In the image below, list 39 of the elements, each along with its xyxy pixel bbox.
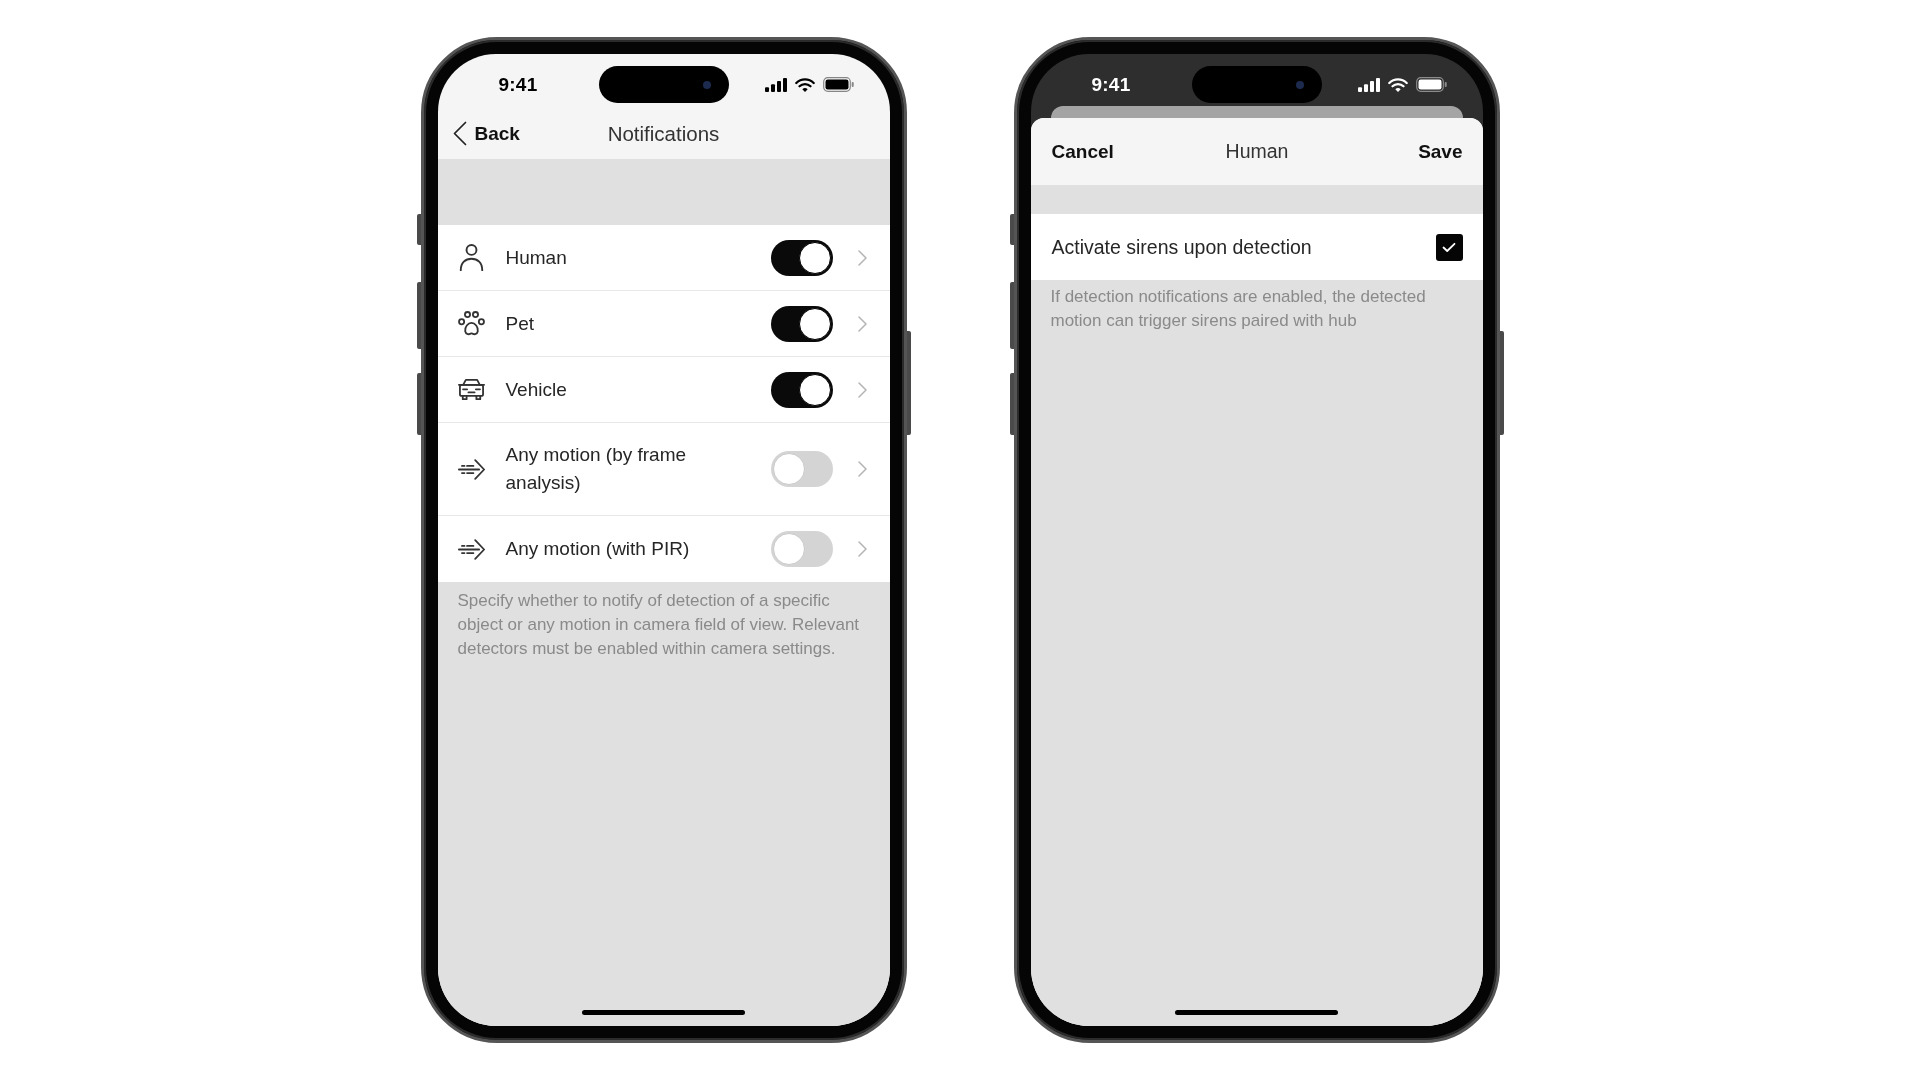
status-time: 9:41	[498, 73, 538, 96]
paw-icon	[457, 310, 485, 337]
save-button[interactable]: Save	[1418, 140, 1463, 163]
toggle-switch[interactable]	[770, 531, 833, 567]
wifi-icon	[1387, 77, 1408, 92]
battery-icon	[822, 77, 854, 92]
chevron-right-icon	[857, 315, 867, 332]
hint-text: If detection notifications are enabled, the detected motion can trigger sirens paired with hub	[1049, 286, 1427, 332]
chevron-right-icon	[857, 249, 867, 266]
car-icon	[457, 376, 485, 403]
chevron-right-icon	[857, 541, 867, 557]
back-button[interactable]: Back	[452, 121, 520, 146]
lens-icon	[1295, 80, 1304, 89]
lens-icon	[702, 80, 711, 89]
checkmark-icon	[1442, 241, 1456, 253]
chevron-right-icon	[857, 461, 867, 477]
row-label: Any motion (with PIR)	[505, 537, 690, 561]
toggle-switch[interactable]	[770, 239, 833, 276]
cancel-button[interactable]: Cancel	[1051, 140, 1114, 163]
cellular-signal-icon	[1357, 77, 1380, 92]
hint-text: Specify whether to notify of detection of a specific object or any motion in camera field of view. Relevant detectors must be enabled within camera settings.	[456, 590, 861, 660]
person-icon	[457, 244, 485, 271]
screen-title: Notifications	[607, 121, 720, 146]
toggle-switch[interactable]	[770, 451, 833, 487]
status-time: 9:41	[1091, 73, 1131, 96]
chevron-left-icon	[452, 121, 467, 146]
row-label: Pet	[505, 311, 535, 336]
battery-icon	[1415, 77, 1447, 92]
checkbox[interactable]	[1435, 233, 1463, 261]
option-label: Activate sirens upon detection	[1051, 235, 1312, 259]
row-label: Human	[505, 245, 567, 270]
wifi-icon	[794, 77, 815, 92]
row-label: Vehicle	[505, 377, 567, 402]
cellular-signal-icon	[764, 77, 787, 92]
row-label: Any motion (by frame analysis)	[505, 443, 688, 495]
toggle-switch[interactable]	[770, 371, 833, 408]
sheet-title: Human	[1225, 140, 1289, 163]
toggle-switch[interactable]	[770, 305, 833, 342]
chevron-right-icon	[857, 381, 867, 398]
